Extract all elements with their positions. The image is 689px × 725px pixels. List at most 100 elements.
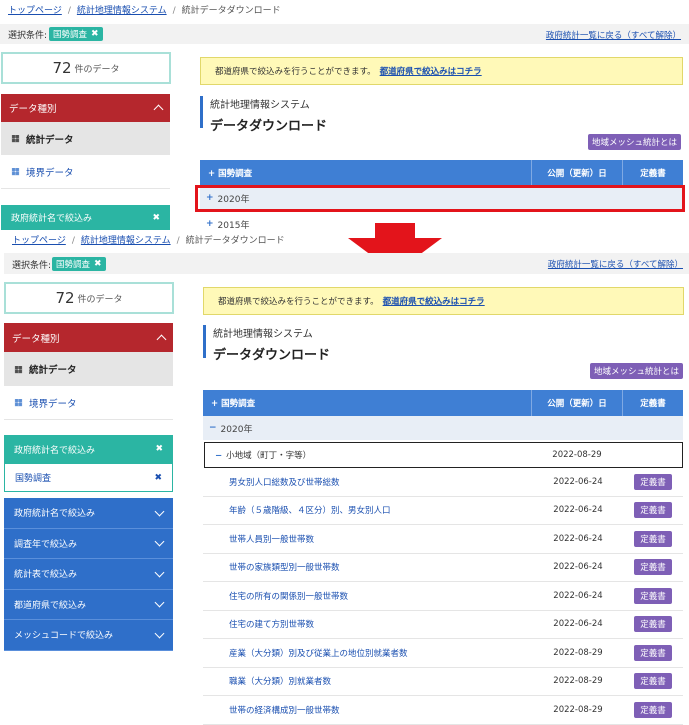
row-date: 2022-06-24 [553,476,603,487]
system-title: 統計地理情報システム [213,329,313,340]
row-name[interactable]: 住宅の所有の関係別一般世帯数 [203,590,533,602]
selected-filter-item[interactable]: 国勢調査 ✖ [4,463,173,492]
accordion-label: 調査年で絞込み [14,539,78,550]
close-icon[interactable]: ✖ [155,444,163,454]
table-row: 産業（大分類）別及び従業上の地位別就業者数 2022-08-29 定義書 [203,639,683,668]
chevron-up-icon [156,334,167,344]
condition-chip[interactable]: 国勢調査 ✖ [49,27,103,41]
data-type-title: データ種別 [12,333,60,345]
definition-button[interactable]: 定義書 [634,473,672,490]
accordion-item[interactable]: 調査年で絞込み [4,528,173,559]
close-icon[interactable]: ✖ [91,29,99,39]
definition-button[interactable]: 定義書 [634,701,672,718]
sidebar-item-stat-data[interactable]: ▦ 統計データ [1,122,170,155]
boundary-data-label: 境界データ [28,398,77,410]
notice-text: 都道府県で絞込みを行うことができます。 [218,297,379,307]
definition-button[interactable]: 定義書 [634,673,672,690]
row-date: 2022-08-29 [553,647,603,658]
back-to-list-link[interactable]: 政府統計一覧に戻る（すべて解除） [546,29,681,41]
condition-bar: 選択条件: 国勢調査 ✖ 政府統計一覧に戻る（すべて解除） [0,24,689,44]
data-type-header[interactable]: データ種別 [1,94,170,122]
accordion-item[interactable]: 政府統計名で絞込み [4,498,173,529]
breadcrumb: トップページ / 統計地理情報システム / 統計データダウンロード [8,6,281,16]
notice-link[interactable]: 都道府県で絞込みはコチラ [380,65,482,77]
accordion-item[interactable]: メッシュコードで絞込み [4,620,173,651]
notice-box: 都道府県で絞込みを行うことができます。 都道府県で絞込みはコチラ [203,287,684,315]
row-name[interactable]: 世帯の経済構成別一般世帯数 [203,704,533,716]
stat-data-label: 統計データ [28,365,77,376]
definition-button[interactable]: 定義書 [634,502,672,519]
row-name[interactable]: 住宅の建て方別世帯数 [203,618,533,630]
header-definition: 定義書 [622,390,683,416]
count-unit: 件のデータ [74,64,120,75]
accordion-item[interactable]: 統計表で絞込み [4,559,173,590]
breadcrumb-current: 統計データダウンロード [181,6,281,16]
notice-link[interactable]: 都道府県で絞込みはコチラ [383,295,485,307]
breadcrumb-top[interactable]: トップページ [12,236,66,246]
system-title: 統計地理情報システム [210,100,310,111]
accordion-label: 統計表で絞込み [14,570,78,581]
breadcrumb-system[interactable]: 統計地理情報システム [77,6,167,16]
boundary-data-label: 境界データ [25,167,74,179]
filter-stat-name-header[interactable]: 政府統計名で絞込み ✖ [4,435,173,463]
row-name[interactable]: 職業（大分類）別就業者数 [203,675,533,687]
breadcrumb: トップページ / 統計地理情報システム / 統計データダウンロード [12,236,285,246]
header-definition: 定義書 [622,160,683,186]
definition-button[interactable]: 定義書 [634,644,672,661]
close-icon[interactable]: ✖ [94,259,102,269]
condition-chip[interactable]: 国勢調査 ✖ [52,257,106,271]
data-type-header[interactable]: データ種別 [4,323,173,352]
close-icon[interactable]: ✖ [152,213,160,223]
definition-button[interactable]: 定義書 [634,616,672,633]
definition-button[interactable]: 定義書 [634,559,672,576]
filter-stat-name-header[interactable]: 政府統計名で絞込み ✖ [1,205,170,230]
row-name[interactable]: 世帯人員別一般世帯数 [203,533,533,545]
row-date: 2022-08-29 [553,676,603,687]
chevron-down-icon [154,628,165,639]
year-label: 2020年 [220,424,253,435]
row-date: 2022-06-24 [553,619,603,630]
definition-button[interactable]: 定義書 [634,530,672,547]
filter-accordion: 政府統計名で絞込み 調査年で絞込み 統計表で絞込み 都道府県で絞込み メッシュコ… [4,498,173,651]
sidebar-item-stat-data[interactable]: ▦ 統計データ [4,352,173,386]
selected-filter-label: 国勢調査 [15,474,52,484]
row-definition-cell: 定義書 [623,559,683,576]
accordion-item[interactable]: 都道府県で絞込み [4,589,173,620]
header-name: + 国勢調査 [208,169,253,179]
row-definition-cell: 定義書 [623,616,683,633]
definition-button[interactable]: 定義書 [634,587,672,604]
row-date: 2022-06-24 [553,590,603,601]
row-name[interactable]: 年齢（５歳階級、４区分）別、男女別人口 [203,504,533,516]
subgroup-label-cell: − 小地域（町丁・字等） [205,449,532,461]
row-definition-cell: 定義書 [623,644,683,661]
back-to-list-link[interactable]: 政府統計一覧に戻る（すべて解除） [548,258,683,270]
sidebar-item-boundary-data[interactable]: ▦ 境界データ [4,386,173,420]
building-icon: ▦ [14,363,23,375]
row-name[interactable]: 産業（大分類）別及び従業上の地位別就業者数 [203,647,533,659]
count-value: 72 [55,289,75,307]
mesh-info-button[interactable]: 地域メッシュ統計とは [588,134,682,150]
page-title: データダウンロード [213,348,331,363]
breadcrumb-system[interactable]: 統計地理情報システム [81,236,171,246]
table-row: 世帯人員別一般世帯数 2022-06-24 定義書 [203,525,683,554]
breadcrumb-top[interactable]: トップページ [8,6,62,16]
table-row: 世帯の家族類型別一般世帯数 2022-06-24 定義書 [203,554,683,582]
count-unit: 件のデータ [77,294,123,305]
accordion-label: 都道府県で絞込み [14,600,87,611]
row-name[interactable]: 男女別人口総数及び世帯総数 [203,476,533,488]
notice-text: 都道府県で絞込みを行うことができます。 [215,67,376,77]
subgroup-row[interactable]: − 小地域（町丁・字等） 2022-08-29 [204,442,683,468]
close-icon[interactable]: ✖ [154,473,162,483]
row-name[interactable]: 世帯の家族類型別一般世帯数 [203,561,533,573]
notice-box: 都道府県で絞込みを行うことができます。 都道府県で絞込みはコチラ [200,57,683,85]
condition-bar: 選択条件: 国勢調査 ✖ 政府統計一覧に戻る（すべて解除） [4,253,689,274]
table-row: 住宅の所有の関係別一般世帯数 2022-06-24 定義書 [203,582,683,611]
row-date: 2022-06-24 [553,562,603,573]
row-date: 2022-08-29 [553,704,603,715]
result-count: 72 件のデータ [1,52,171,84]
year-row-2020[interactable]: −2020年 [203,416,683,440]
mesh-info-button[interactable]: 地域メッシュ統計とは [590,363,684,379]
header-date: 公開（更新）日 [531,160,622,186]
chip-label: 国勢調査 [56,260,91,270]
sidebar-item-boundary-data[interactable]: ▦ 境界データ [1,155,170,189]
